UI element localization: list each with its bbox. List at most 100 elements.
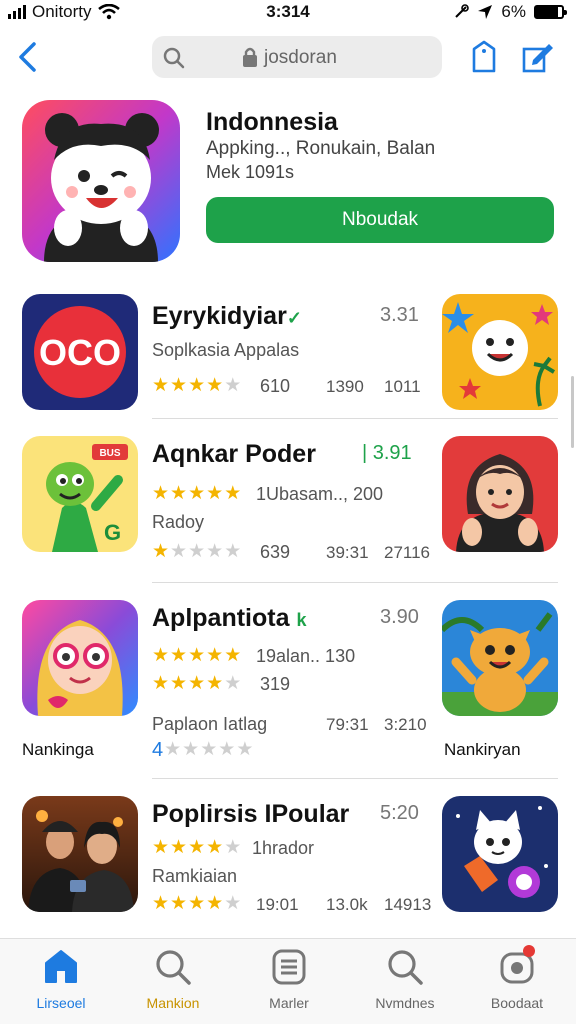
star-filled-icon: ★ xyxy=(152,837,170,858)
tab-label: Nvmdnes xyxy=(375,995,435,1011)
row-divider xyxy=(152,418,558,419)
star-empty-icon: ★ xyxy=(224,837,242,858)
star-filled-icon: ★ xyxy=(152,483,170,504)
app-score: 3.31 xyxy=(380,304,419,326)
app-meta: 39:31 xyxy=(326,543,369,562)
star-filled-icon: ★ xyxy=(170,483,188,504)
list-icon xyxy=(269,947,309,987)
rating-stars: 4 ★ ★ ★ ★ ★ xyxy=(152,740,253,760)
star-filled-icon: ★ xyxy=(188,483,206,504)
star-filled-icon: ★ xyxy=(188,375,206,396)
scrollbar[interactable] xyxy=(571,376,574,448)
app-name[interactable]: Eyrykidyiar✓ xyxy=(152,302,302,331)
updates-icon xyxy=(497,945,537,987)
app-meta: 19:01 xyxy=(256,895,299,914)
featured-app[interactable]: Indonnesia Appking.., Ronukain, Balan Me… xyxy=(22,100,562,264)
star-filled-icon: ★ xyxy=(206,893,224,914)
waving-woman-icon[interactable] xyxy=(442,436,558,552)
app-caption: Nankiryan xyxy=(444,740,521,759)
star-empty-icon: ★ xyxy=(224,541,242,562)
rating-note: 19alan.. 130 xyxy=(256,646,356,666)
app-meta: 1011 xyxy=(384,377,421,396)
tab-label: Marler xyxy=(269,995,309,1011)
star-filled-icon: ★ xyxy=(152,893,170,914)
featured-app-subtitle: Appking.., Ronukain, Balan xyxy=(206,138,436,159)
star-filled-icon: ★ xyxy=(170,673,188,694)
home-icon xyxy=(41,947,81,987)
cat-astronaut-icon[interactable] xyxy=(442,796,558,912)
featured-app-title[interactable]: Indonnesia xyxy=(206,108,338,137)
rating-stars: ★ ★ ★ ★ ★ xyxy=(152,838,241,857)
tab-apps[interactable]: Marler xyxy=(234,947,344,1019)
red-oco-logo-icon[interactable]: OCO xyxy=(22,294,138,410)
star-empty-icon: ★ xyxy=(224,893,242,914)
smiling-star-face-icon[interactable] xyxy=(442,294,558,410)
star-filled-icon: ★ xyxy=(170,375,188,396)
star-empty-icon: ★ xyxy=(218,739,236,760)
row-divider xyxy=(152,778,558,779)
chevron-left-icon xyxy=(19,42,36,72)
rating-stars: ★ ★ ★ ★ ★ xyxy=(152,894,241,913)
navigation-bar: josdoran xyxy=(0,34,576,80)
search-icon xyxy=(385,947,425,987)
app-subtitle: Ramkiaian xyxy=(152,866,238,886)
green-alien-character-icon[interactable]: BUS G xyxy=(22,436,138,552)
status-right: 6% xyxy=(453,2,567,22)
star-filled-icon: ★ xyxy=(206,673,224,694)
bear-character-icon[interactable] xyxy=(22,100,180,262)
tab-search[interactable]: Nvmdnes xyxy=(350,947,460,1019)
app-caption: Nankinga xyxy=(22,740,94,759)
svg-text:BUS: BUS xyxy=(99,448,120,459)
get-button[interactable]: Nboudak xyxy=(206,197,554,243)
search-icon xyxy=(163,47,185,69)
star-filled-icon: ★ xyxy=(224,483,242,504)
star-empty-icon: ★ xyxy=(182,739,200,760)
rating-star-group: ★ ★ ★ ★ ★ xyxy=(164,740,253,760)
star-empty-icon: ★ xyxy=(224,375,242,396)
couple-photo-icon[interactable] xyxy=(22,796,138,912)
rating-note: 1hrador xyxy=(252,838,315,858)
star-filled-icon: ★ xyxy=(152,375,170,396)
star-filled-icon: ★ xyxy=(206,645,224,666)
share-button[interactable] xyxy=(464,38,504,76)
tab-label: Boodaat xyxy=(490,995,544,1011)
star-filled-icon: ★ xyxy=(188,893,206,914)
location-icon xyxy=(478,5,493,19)
app-name[interactable]: Poplirsis IPoular xyxy=(152,800,349,829)
app-meta: 27116 xyxy=(384,543,431,562)
battery-percent: 6% xyxy=(501,2,526,21)
star-filled-icon: ★ xyxy=(188,645,206,666)
back-button[interactable] xyxy=(10,38,44,76)
tab-bar: Lirseoel Mankion Marler Nvmdnes Boodaat xyxy=(0,938,576,1024)
app-name[interactable]: Aqnkar Poder xyxy=(152,440,316,469)
featured-app-meta: Mek 1091s xyxy=(206,162,295,182)
row-divider xyxy=(152,582,558,583)
star-empty-icon: ★ xyxy=(236,739,254,760)
battery-icon xyxy=(534,5,567,19)
status-bar: Onitorty 3:314 6% xyxy=(0,0,576,26)
app-score: 3.90 xyxy=(380,606,419,628)
edit-button[interactable] xyxy=(518,38,558,76)
search-field[interactable]: josdoran xyxy=(152,36,442,78)
app-name[interactable]: Aplpantiota k xyxy=(152,604,306,633)
tab-today[interactable]: Lirseoel xyxy=(6,947,116,1019)
star-filled-icon: ★ xyxy=(170,893,188,914)
app-score: | 3.91 xyxy=(362,442,412,464)
app-meta: 14913 xyxy=(384,895,432,914)
rating-stars: ★ ★ ★ ★ ★ xyxy=(152,484,241,503)
tab-games[interactable]: Mankion xyxy=(118,947,228,1019)
rating-stars: ★ ★ ★ ★ ★ xyxy=(152,646,241,665)
star-filled-icon: ★ xyxy=(206,837,224,858)
search-icon xyxy=(153,947,193,987)
tab-updates[interactable]: Boodaat xyxy=(462,945,572,1019)
orange-cat-character-icon[interactable] xyxy=(442,600,558,716)
rating-stars: ★ ★ ★ ★ ★ xyxy=(152,674,241,693)
edit-icon xyxy=(522,44,553,73)
app-meta: 13.0k xyxy=(326,895,368,914)
star-filled-icon: ★ xyxy=(188,837,206,858)
girl-with-glasses-icon[interactable] xyxy=(22,600,138,716)
app-score: 5:20 xyxy=(380,802,419,824)
star-filled-icon: ★ xyxy=(152,673,170,694)
star-filled-icon: ★ xyxy=(188,673,206,694)
rating-note: 319 xyxy=(260,674,291,694)
